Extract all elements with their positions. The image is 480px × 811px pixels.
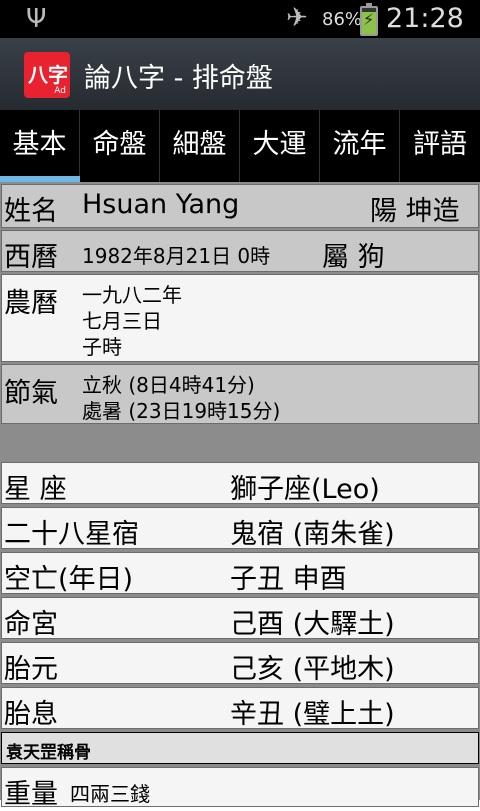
section-title: 袁天罡稱骨 [6, 743, 91, 763]
detail-row: 空亡(年日) 子丑 申酉 [1, 552, 479, 595]
solar-value: 1982年8月21日 0時 [82, 244, 271, 268]
detail-value: 鬼宿 (南朱雀) [230, 519, 395, 550]
term-start: 立秋 (8日4時41分) [82, 373, 255, 397]
detail-value: 己亥 (平地木) [230, 654, 395, 685]
status-bar: Ψ ✈ 86% ⚡ 21:28 [0, 0, 480, 38]
weight-value: 四兩三錢 [70, 782, 150, 806]
app-logo-text: 八字 [28, 63, 68, 87]
detail-label: 胎息 [4, 699, 58, 730]
tab-basic[interactable]: 基本 [0, 110, 80, 182]
battery-icon: ⚡ [360, 3, 378, 36]
term-end: 處暑 (23日19時15分) [82, 399, 281, 423]
content-table: 姓名 Hsuan Yang 陽 坤造 西曆 1982年8月21日 0時 屬 狗 … [0, 182, 480, 810]
tab-chart[interactable]: 命盤 [80, 110, 160, 182]
weight-label: 重量 [4, 779, 58, 810]
lunar-label: 農曆 [4, 288, 58, 319]
airplane-mode-icon: ✈ [286, 3, 308, 33]
detail-label: 空亡(年日) [4, 564, 134, 595]
detail-label: 二十八星宿 [4, 519, 139, 550]
usb-icon: Ψ [26, 4, 47, 34]
tab-detail-chart[interactable]: 細盤 [160, 110, 240, 182]
detail-label: 胎元 [4, 654, 58, 685]
detail-label: 命宮 [4, 609, 58, 640]
tab-bar: 基本 命盤 細盤 大運 流年 評語 [0, 110, 480, 182]
detail-row: 命宮 己酉 (大驛土) [1, 597, 479, 640]
solar-date-row: 西曆 1982年8月21日 0時 屬 狗 [1, 230, 479, 273]
ad-badge: Ad [54, 86, 66, 96]
tab-major-luck[interactable]: 大運 [240, 110, 320, 182]
detail-value: 辛丑 (璧上土) [230, 699, 395, 730]
detail-value: 己酉 (大驛土) [230, 609, 395, 640]
zodiac-value: 屬 狗 [322, 242, 385, 273]
term-label: 節氣 [4, 378, 58, 409]
action-bar: 八字 Ad 論八字 - 排命盤 [0, 38, 480, 110]
detail-row: 二十八星宿 鬼宿 (南朱雀) [1, 507, 479, 550]
tab-annual-luck[interactable]: 流年 [320, 110, 400, 182]
solar-term-row: 節氣 立秋 (8日4時41分) 處暑 (23日19時15分) [1, 364, 479, 424]
app-logo-icon[interactable]: 八字 Ad [24, 52, 70, 98]
name-row: 姓名 Hsuan Yang 陽 坤造 [1, 184, 479, 228]
lunar-date-row: 農曆 一九八二年 七月三日 子時 [1, 274, 479, 362]
battery-percent: 86% [322, 9, 363, 30]
detail-row: 胎息 辛丑 (璧上土) [1, 687, 479, 730]
app-title: 論八字 - 排命盤 [84, 63, 273, 94]
charging-bolt-icon: ⚡ [363, 10, 375, 29]
bone-weight-section-header: 袁天罡稱骨 [1, 732, 479, 764]
tab-comments[interactable]: 評語 [400, 110, 480, 182]
gender-value: 陽 坤造 [370, 196, 460, 227]
name-value: Hsuan Yang [82, 189, 240, 220]
detail-row: 胎元 己亥 (平地木) [1, 642, 479, 685]
detail-label: 星 座 [4, 474, 67, 505]
lunar-hour: 子時 [82, 335, 122, 359]
clock: 21:28 [386, 3, 464, 34]
name-label: 姓名 [4, 196, 58, 227]
lunar-year: 一九八二年 [82, 283, 182, 307]
detail-value: 獅子座(Leo) [230, 474, 380, 505]
detail-row: 星 座 獅子座(Leo) [1, 462, 479, 505]
weight-row: 重量 四兩三錢 [1, 767, 479, 810]
detail-value: 子丑 申酉 [230, 564, 347, 595]
solar-label: 西曆 [4, 242, 58, 273]
lunar-month-day: 七月三日 [82, 309, 162, 333]
